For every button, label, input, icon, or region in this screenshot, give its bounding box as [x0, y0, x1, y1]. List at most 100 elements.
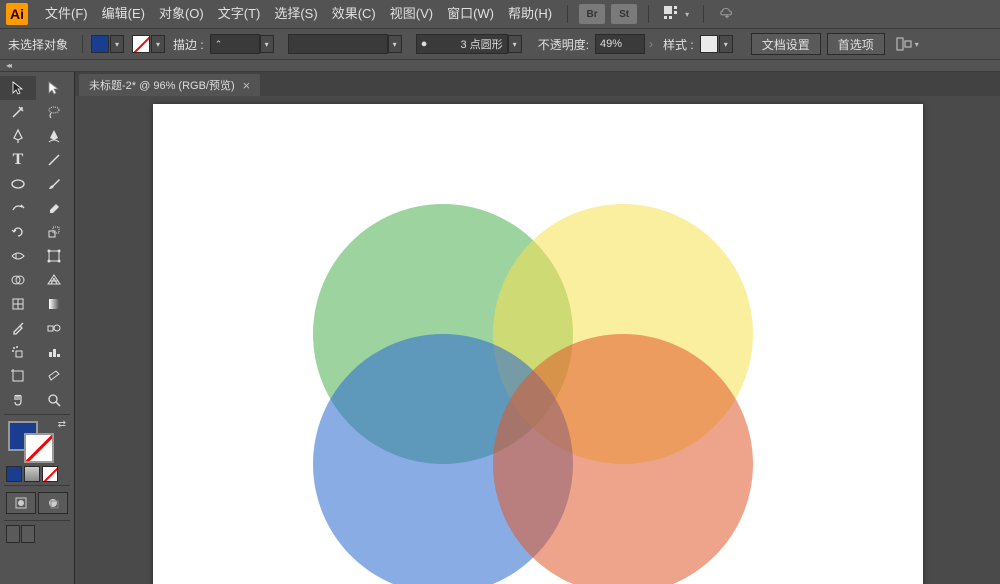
- document-setup-button[interactable]: 文档设置: [751, 33, 821, 55]
- stroke-weight-dropdown[interactable]: ▾: [260, 35, 274, 53]
- brush-definition[interactable]: ● 3 点圆形: [416, 34, 508, 54]
- tool-shape-builder[interactable]: [0, 268, 36, 292]
- separator: [567, 5, 568, 23]
- canvas-area: 未标题-2* @ 96% (RGB/预览) ×: [75, 72, 1000, 584]
- double-chevron-left-icon: ◂◂: [6, 61, 10, 70]
- tool-direct-selection[interactable]: [36, 76, 72, 100]
- menu-effect[interactable]: 效果(C): [325, 0, 383, 28]
- color-mode-solid[interactable]: [6, 466, 22, 482]
- separator: [4, 520, 70, 521]
- menu-window[interactable]: 窗口(W): [440, 0, 501, 28]
- separator: [4, 414, 70, 415]
- cloud-sync-icon[interactable]: [718, 4, 736, 25]
- chevron-down-icon: ▾: [685, 10, 689, 19]
- profile-dropdown[interactable]: ▾: [388, 35, 402, 53]
- screen-mode-row: [0, 523, 74, 545]
- separator: [82, 35, 83, 53]
- tool-gradient[interactable]: [36, 292, 72, 316]
- tool-width[interactable]: [0, 244, 36, 268]
- tool-magic-wand[interactable]: [0, 100, 36, 124]
- document-tab-bar: 未标题-2* @ 96% (RGB/预览) ×: [75, 72, 1000, 96]
- artboard[interactable]: [153, 104, 923, 584]
- variable-width-profile[interactable]: [288, 34, 388, 54]
- tool-mesh[interactable]: [0, 292, 36, 316]
- separator: [648, 5, 649, 23]
- tool-type[interactable]: T: [0, 148, 36, 172]
- screen-mode-button[interactable]: [6, 525, 20, 543]
- swap-fill-stroke-icon[interactable]: ⇄: [58, 419, 66, 430]
- menu-help[interactable]: 帮助(H): [501, 0, 559, 28]
- tool-curvature[interactable]: [36, 124, 72, 148]
- chevron-down-icon: ▾: [915, 40, 919, 49]
- menubar: Ai 文件(F) 编辑(E) 对象(O) 文字(T) 选择(S) 效果(C) 视…: [0, 0, 1000, 28]
- tool-lasso[interactable]: [36, 100, 72, 124]
- menu-edit[interactable]: 编辑(E): [95, 0, 152, 28]
- app-logo: Ai: [6, 3, 28, 25]
- toolbox: T: [0, 72, 75, 584]
- document-tab[interactable]: 未标题-2* @ 96% (RGB/预览) ×: [79, 74, 260, 96]
- tool-line-segment[interactable]: [36, 148, 72, 172]
- tool-ellipse[interactable]: [0, 172, 36, 196]
- menu-select[interactable]: 选择(S): [267, 0, 324, 28]
- stroke-label: 描边 :: [173, 36, 204, 53]
- fill-dropdown[interactable]: ▾: [110, 35, 124, 53]
- tool-slice[interactable]: [36, 364, 72, 388]
- tool-pencil[interactable]: [0, 196, 36, 220]
- close-tab-icon[interactable]: ×: [243, 78, 251, 93]
- align-icon[interactable]: ▾: [895, 36, 919, 52]
- artwork-circle[interactable]: [493, 334, 753, 584]
- canvas-viewport[interactable]: [75, 96, 1000, 584]
- brush-dropdown[interactable]: ▾: [508, 35, 522, 53]
- separator: [703, 5, 704, 23]
- draw-mode-row: [0, 488, 74, 518]
- menu-object[interactable]: 对象(O): [152, 0, 211, 28]
- tool-free-transform[interactable]: [36, 244, 72, 268]
- style-dropdown[interactable]: ▾: [719, 35, 733, 53]
- stock-icon[interactable]: St: [611, 4, 637, 24]
- tool-blend[interactable]: [36, 316, 72, 340]
- opacity-input[interactable]: 49%: [595, 34, 645, 54]
- control-bar: 未选择对象 ▾ ▾ 描边 : ⌃ ▾ ▾ ● 3 点圆形 ▾ 不透明度: 49%…: [0, 28, 1000, 60]
- screen-mode-button[interactable]: [21, 525, 35, 543]
- preferences-button[interactable]: 首选项: [827, 33, 885, 55]
- tool-column-graph[interactable]: [36, 340, 72, 364]
- menu-type[interactable]: 文字(T): [211, 0, 268, 28]
- opacity-flyout-icon[interactable]: ›: [649, 37, 653, 51]
- stroke-weight-input[interactable]: ⌃: [210, 34, 260, 54]
- style-label: 样式 :: [663, 36, 694, 53]
- tool-symbol-sprayer[interactable]: [0, 340, 36, 364]
- color-mode-none[interactable]: [42, 466, 58, 482]
- stroke-swatch[interactable]: [132, 35, 150, 53]
- artwork-svg: [153, 104, 923, 584]
- fill-stroke-control[interactable]: ⇄: [0, 417, 74, 465]
- selection-status-label: 未选择对象: [8, 36, 68, 53]
- main-area: T: [0, 72, 1000, 584]
- tool-artboard[interactable]: [0, 364, 36, 388]
- tool-eraser[interactable]: [36, 196, 72, 220]
- color-mode-gradient[interactable]: [24, 466, 40, 482]
- arrange-documents-icon[interactable]: ▾: [663, 5, 689, 23]
- panel-collapse-bar[interactable]: ◂◂: [0, 60, 1000, 72]
- tool-scale[interactable]: [36, 220, 72, 244]
- tool-rotate[interactable]: [0, 220, 36, 244]
- menu-file[interactable]: 文件(F): [38, 0, 95, 28]
- tool-pen[interactable]: [0, 124, 36, 148]
- tool-zoom[interactable]: [36, 388, 72, 412]
- bridge-icon[interactable]: Br: [579, 4, 605, 24]
- stroke-color-box[interactable]: [24, 433, 54, 463]
- tool-selection[interactable]: [0, 76, 36, 100]
- opacity-label: 不透明度:: [538, 36, 589, 53]
- stroke-dropdown[interactable]: ▾: [151, 35, 165, 53]
- tool-hand[interactable]: [0, 388, 36, 412]
- draw-normal[interactable]: [6, 492, 36, 514]
- menu-view[interactable]: 视图(V): [383, 0, 440, 28]
- separator: [4, 485, 70, 486]
- fill-swatch[interactable]: [91, 35, 109, 53]
- tool-perspective-grid[interactable]: [36, 268, 72, 292]
- graphic-style-swatch[interactable]: [700, 35, 718, 53]
- color-mode-row: [0, 465, 74, 483]
- document-tab-title: 未标题-2* @ 96% (RGB/预览): [89, 77, 235, 93]
- tool-paintbrush[interactable]: [36, 172, 72, 196]
- draw-behind[interactable]: [38, 492, 68, 514]
- tool-eyedropper[interactable]: [0, 316, 36, 340]
